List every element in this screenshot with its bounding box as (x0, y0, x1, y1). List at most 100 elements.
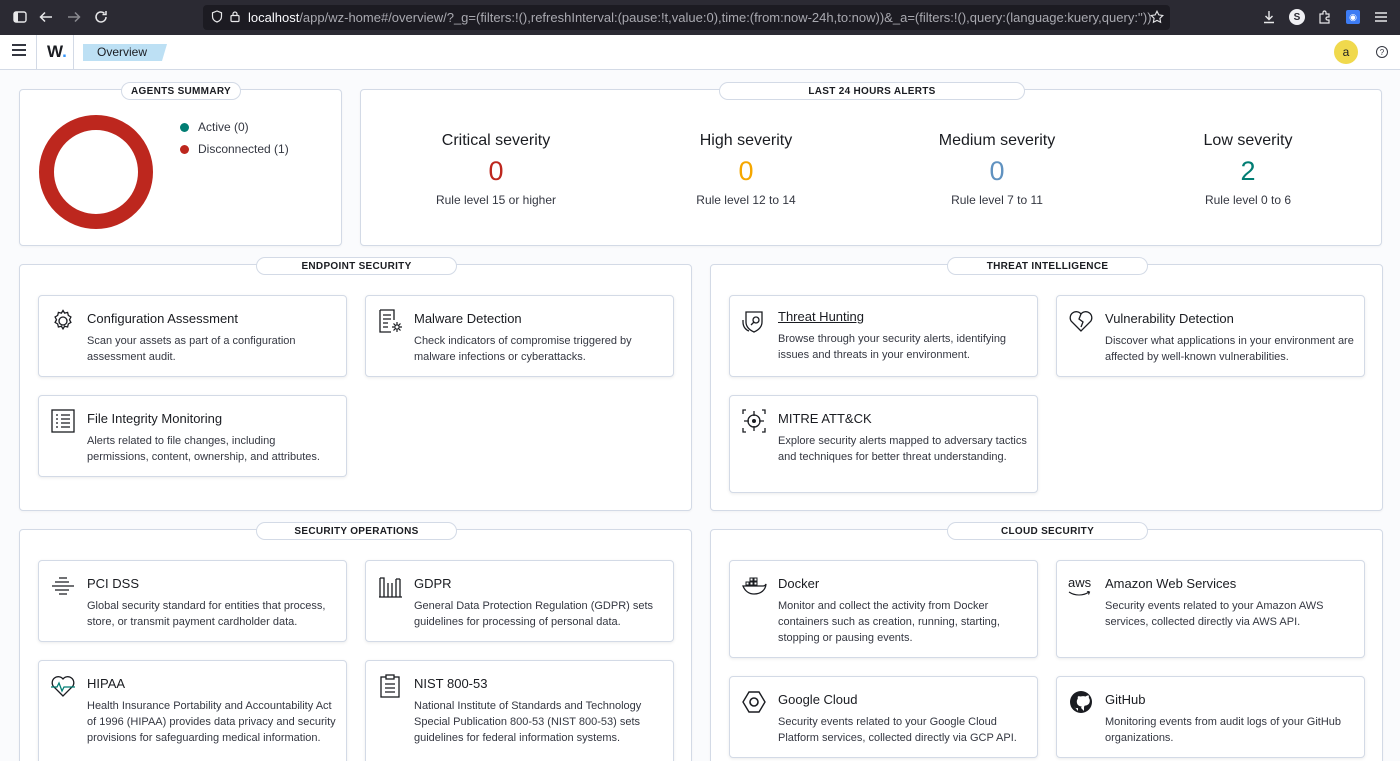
github-icon (1070, 691, 1092, 713)
shield-search-icon (742, 311, 763, 333)
card-hipaa[interactable]: HIPAA Health Insurance Portability and A… (38, 660, 347, 761)
medium-severity-label: Medium severity (938, 132, 1056, 149)
card-github[interactable]: GitHub Monitoring events from audit logs… (1056, 676, 1365, 758)
medium-severity-value[interactable]: 0 (887, 156, 1107, 187)
card-description: Monitoring events from audit logs of you… (1105, 716, 1342, 744)
card-pci-dss[interactable]: PCI DSS Global security standard for ent… (38, 560, 347, 642)
card-amazon-web-services[interactable]: aws Amazon Web Services Security events … (1056, 560, 1365, 658)
heart-broken-icon (1069, 311, 1093, 332)
card-title: Vulnerability Detection (1105, 311, 1234, 326)
card-gdpr[interactable]: GDPR General Data Protection Regulation … (365, 560, 674, 642)
security-operations-title: SECURITY OPERATIONS (256, 522, 457, 540)
card-title: Docker (778, 576, 820, 591)
card-title: PCI DSS (87, 576, 140, 591)
hamburger-menu-icon[interactable] (12, 44, 26, 60)
card-description: Check indicators of compromise triggered… (414, 335, 632, 363)
card-title: File Integrity Monitoring (87, 411, 223, 426)
card-description: Security events related to your Amazon A… (1105, 600, 1324, 628)
card-file-integrity-monitoring[interactable]: File Integrity Monitoring Alerts related… (38, 395, 347, 477)
medium-severity-sub: Rule level 7 to 11 (951, 193, 1043, 207)
low-severity-sub: Rule level 0 to 6 (1204, 193, 1292, 207)
critical-severity-label: Critical severity (441, 132, 551, 149)
low-severity[interactable]: Low severity 2 Rule level 0 to 6 (1138, 132, 1358, 207)
medium-severity[interactable]: Medium severity 0 Rule level 7 to 11 (887, 132, 1107, 207)
legend-active-label: Active (0) (198, 120, 249, 134)
building-icon (379, 577, 402, 598)
heartbeat-icon (51, 676, 75, 697)
card-google-cloud[interactable]: Google Cloud Security events related to … (729, 676, 1038, 758)
legend-disconnected[interactable]: Disconnected (1) (180, 142, 289, 156)
help-icon[interactable]: ? (1376, 46, 1388, 58)
card-title: Configuration Assessment (87, 311, 239, 326)
threat-intelligence-title: THREAT INTELLIGENCE (947, 257, 1148, 275)
low-severity-value[interactable]: 2 (1138, 156, 1358, 187)
threat-intelligence-panel: THREAT INTELLIGENCE Threat Hunting Brows… (710, 257, 1383, 511)
endpoint-security-title: ENDPOINT SECURITY (256, 257, 457, 275)
card-threat-hunting[interactable]: Threat Hunting Browse through your secur… (729, 295, 1038, 377)
back-arrow-icon[interactable] (33, 4, 59, 30)
card-mitre-attack[interactable]: MITRE ATT&CK Explore security alerts map… (729, 395, 1038, 493)
card-title-link[interactable]: Threat Hunting (778, 309, 864, 324)
critical-severity[interactable]: Critical severity 0 Rule level 15 or hig… (386, 132, 606, 207)
card-title: Amazon Web Services (1105, 576, 1237, 591)
card-title: MITRE ATT&CK (778, 411, 872, 426)
agents-summary-panel: AGENTS SUMMARY Active (0) Disconnected (… (19, 82, 342, 246)
gear-icon (54, 309, 72, 331)
aws-icon: aws (1068, 573, 1094, 599)
cloud-security-title: CLOUD SECURITY (947, 522, 1148, 540)
card-title: GDPR (414, 576, 452, 591)
critical-severity-value[interactable]: 0 (386, 156, 606, 187)
card-title: HIPAA (87, 676, 126, 691)
breadcrumb-overview[interactable]: Overview (83, 44, 168, 61)
card-description: Security events related to your Google C… (778, 716, 1017, 744)
card-docker[interactable]: Docker Monitor and collect the activity … (729, 560, 1038, 658)
card-description: Alerts related to file changes, includin… (87, 435, 320, 463)
crosshair-icon (742, 409, 766, 433)
high-severity-sub: Rule level 12 to 14 (696, 193, 796, 207)
wazuh-logo[interactable]: W. (47, 42, 67, 62)
tracking-shield-icon[interactable] (211, 9, 223, 26)
legend-active[interactable]: Active (0) (180, 120, 249, 134)
card-description: Explore security alerts mapped to advers… (778, 435, 1027, 463)
endpoint-security-panel: ENDPOINT SECURITY Configuration Assessme… (19, 257, 692, 511)
card-title: GitHub (1105, 692, 1146, 707)
card-description: Browse through your security alerts, ide… (778, 333, 1007, 361)
card-description: Monitor and collect the activity from Do… (778, 600, 1000, 644)
url-bar[interactable]: localhost/app/wz-home#/overview/?_g=(fil… (203, 5, 1170, 30)
account-icon[interactable]: S (1286, 5, 1308, 29)
card-title: Malware Detection (414, 311, 522, 326)
high-severity-value[interactable]: 0 (636, 156, 856, 187)
bookmark-star-icon[interactable] (1150, 9, 1164, 27)
card-title: Google Cloud (778, 692, 858, 707)
high-severity-label: High severity (699, 132, 793, 149)
card-configuration-assessment[interactable]: Configuration Assessment Scan your asset… (38, 295, 347, 377)
document-gear-icon (379, 309, 402, 333)
download-icon[interactable] (1258, 5, 1280, 29)
docker-icon (742, 577, 767, 595)
forward-arrow-icon[interactable] (61, 4, 87, 30)
card-malware-detection[interactable]: Malware Detection Check indicators of co… (365, 295, 674, 377)
password-manager-icon[interactable]: ◉ (1342, 5, 1364, 29)
list-document-icon (51, 409, 75, 433)
card-vulnerability-detection[interactable]: Vulnerability Detection Discover what ap… (1056, 295, 1365, 377)
card-nist-800-53[interactable]: NIST 800-53 National Institute of Standa… (365, 660, 674, 761)
card-description: National Institute of Standards and Tech… (414, 700, 642, 744)
card-description: Global security standard for entities th… (87, 600, 326, 628)
reload-icon[interactable] (88, 4, 114, 30)
card-description: Discover what applications in your envir… (1105, 335, 1354, 363)
sidebar-toggle-icon[interactable] (7, 4, 33, 30)
security-operations-panel: SECURITY OPERATIONS PCI DSS Global secur… (19, 522, 692, 761)
critical-severity-sub: Rule level 15 or higher (435, 193, 557, 207)
extensions-icon[interactable] (1314, 5, 1336, 29)
alerts-panel: LAST 24 HOURS ALERTS Critical severity 0… (360, 82, 1382, 246)
clipboard-icon (380, 674, 400, 698)
avatar[interactable]: a (1334, 40, 1358, 64)
legend-active-dot (180, 122, 189, 132)
lines-icon (52, 577, 74, 595)
url-host: localhost (248, 10, 300, 25)
high-severity[interactable]: High severity 0 Rule level 12 to 14 (636, 132, 856, 207)
card-description: General Data Protection Regulation (GDPR… (414, 600, 654, 628)
legend-disconnected-label: Disconnected (1) (198, 142, 289, 156)
site-info-icon[interactable] (229, 10, 241, 26)
menu-icon[interactable] (1370, 5, 1392, 29)
